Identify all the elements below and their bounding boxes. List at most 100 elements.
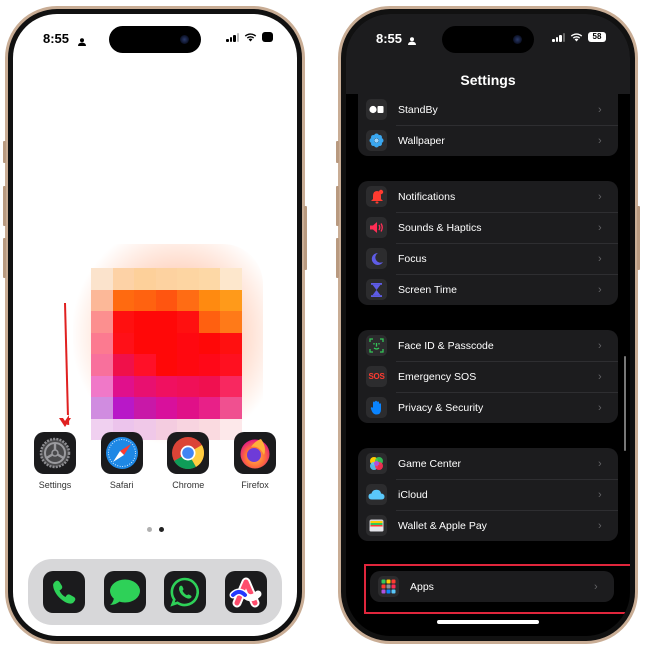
settings-row-icloud[interactable]: iCloud › xyxy=(358,479,618,510)
sos-icon: SOS xyxy=(366,366,387,387)
wallpaper-pixel xyxy=(134,332,156,354)
wallpaper-pixel xyxy=(198,375,220,397)
settings-row-apps[interactable]: Apps › xyxy=(370,571,614,602)
home-indicator[interactable] xyxy=(437,620,539,624)
arc-browser-icon[interactable] xyxy=(224,571,267,613)
settings-row-privacy-security[interactable]: Privacy & Security › xyxy=(358,392,618,423)
annotation-arrow-head xyxy=(59,415,71,427)
moon-icon xyxy=(366,248,387,269)
scrollbar[interactable] xyxy=(623,356,626,451)
app-chrome[interactable]: Chrome xyxy=(166,432,210,490)
wallpaper-pixel xyxy=(198,397,220,419)
wallpaper-pixel xyxy=(112,311,134,333)
wallpaper-pixel xyxy=(198,311,220,333)
battery-level: 58 xyxy=(588,32,606,42)
app-safari[interactable]: Safari xyxy=(100,432,144,490)
settings-screen: 8:55 58 Settings StandBy › Wallpaper › Notif… xyxy=(346,14,630,636)
chevron-right-icon: › xyxy=(598,221,602,234)
volume-down-button xyxy=(336,238,339,278)
volume-up-button xyxy=(3,186,6,226)
settings-row-standby[interactable]: StandBy › xyxy=(358,94,618,125)
status-time: 8:55 xyxy=(376,31,403,46)
side-button xyxy=(304,206,307,270)
settings-gear-icon xyxy=(34,432,76,474)
settings-row-notifications[interactable]: Notifications › xyxy=(358,181,618,212)
settings-row-wallet-apple-pay[interactable]: Wallet & Apple Pay › xyxy=(358,510,618,541)
chevron-right-icon: › xyxy=(598,339,602,352)
chevron-right-icon: › xyxy=(598,252,602,265)
settings-list: StandBy › Wallpaper › Notifications › Sounds &… xyxy=(358,94,618,565)
hourglass-icon xyxy=(366,279,387,300)
settings-row-label: Wallpaper xyxy=(398,134,445,147)
messages-icon[interactable] xyxy=(103,571,146,613)
settings-group: Game Center › iCloud › Wallet & Apple Pay › xyxy=(358,448,618,541)
wallpaper-pixel xyxy=(155,375,177,397)
wallpaper-pixel xyxy=(91,375,113,397)
page-dot xyxy=(146,527,152,532)
wallpaper-pixel xyxy=(155,397,177,419)
settings-group: StandBy › Wallpaper › xyxy=(358,94,618,156)
page-indicator[interactable] xyxy=(13,527,297,532)
chevron-right-icon: › xyxy=(598,134,602,147)
settings-row-label: Screen Time xyxy=(398,283,457,296)
wallpaper-pixel xyxy=(177,289,199,311)
settings-row-label: Sounds & Haptics xyxy=(398,221,482,234)
battery-icon xyxy=(262,32,273,42)
whatsapp-icon[interactable] xyxy=(164,571,207,613)
wallpaper-pixel xyxy=(112,397,134,419)
settings-row-focus[interactable]: Focus › xyxy=(358,243,618,274)
wallpaper-pixel xyxy=(134,375,156,397)
settings-row-label: iCloud xyxy=(398,488,428,501)
wallpaper-pixel xyxy=(177,354,199,376)
wallpaper-pixel xyxy=(177,268,199,290)
notifications-bell-icon xyxy=(366,186,387,207)
app-firefox[interactable]: Firefox xyxy=(233,432,277,490)
action-button xyxy=(3,141,6,163)
wallpaper-pixel xyxy=(134,289,156,311)
wallpaper-pixel xyxy=(134,354,156,376)
safari-compass-icon xyxy=(100,432,143,474)
settings-row-game-center[interactable]: Game Center › xyxy=(358,448,618,479)
settings-row-label: Emergency SOS xyxy=(398,370,477,383)
settings-row-label: Apps xyxy=(410,580,434,593)
chrome-icon xyxy=(167,432,210,474)
wallpaper-pixel xyxy=(198,268,220,290)
chevron-right-icon: › xyxy=(594,580,598,593)
settings-row-label: Focus xyxy=(398,252,427,265)
wallpaper-pixel xyxy=(220,375,242,397)
wallpaper-pixel xyxy=(220,354,242,376)
chevron-right-icon: › xyxy=(598,103,602,116)
wallpaper-pixel xyxy=(155,289,177,311)
iphone-home-screen: 8:55 Settings Safari Chrome Firefox xyxy=(3,6,307,644)
page-dot-active xyxy=(158,527,164,532)
settings-row-emergency-sos[interactable]: SOS Emergency SOS › xyxy=(358,361,618,392)
dynamic-island xyxy=(442,26,534,53)
wallpaper-pixel xyxy=(134,268,156,290)
chevron-right-icon: › xyxy=(598,370,602,383)
wallpaper-pixel xyxy=(134,397,156,419)
face-id-icon xyxy=(366,335,387,356)
dynamic-island xyxy=(109,26,201,53)
app-settings[interactable]: Settings xyxy=(33,432,77,490)
settings-row-label: Game Center xyxy=(398,457,462,470)
wallpaper-pixel xyxy=(112,268,134,290)
home-app-row: Settings Safari Chrome Firefox xyxy=(33,432,277,490)
app-label: Safari xyxy=(109,480,134,490)
wallpaper-pixel xyxy=(155,268,177,290)
settings-row-face-id-passcode[interactable]: Face ID & Passcode › xyxy=(358,330,618,361)
settings-group: Face ID & Passcode › SOS Emergency SOS › Priv… xyxy=(358,330,618,423)
wallpaper-pixel xyxy=(177,311,199,333)
wallpaper-pixel xyxy=(177,375,199,397)
phone-icon[interactable] xyxy=(43,571,86,613)
wallpaper-pixel xyxy=(220,289,242,311)
apps-grid-icon xyxy=(378,576,399,597)
settings-row-screen-time[interactable]: Screen Time › xyxy=(358,274,618,305)
wifi-icon xyxy=(570,33,583,42)
settings-row-label: Privacy & Security xyxy=(398,401,484,414)
wallpaper-flower-icon xyxy=(366,130,387,151)
app-label: Firefox xyxy=(241,480,269,490)
settings-row-wallpaper[interactable]: Wallpaper › xyxy=(358,125,618,156)
home-screen: 8:55 Settings Safari Chrome Firefox xyxy=(13,14,297,636)
settings-row-sounds-haptics[interactable]: Sounds & Haptics › xyxy=(358,212,618,243)
wallpaper-pixel xyxy=(91,397,113,419)
